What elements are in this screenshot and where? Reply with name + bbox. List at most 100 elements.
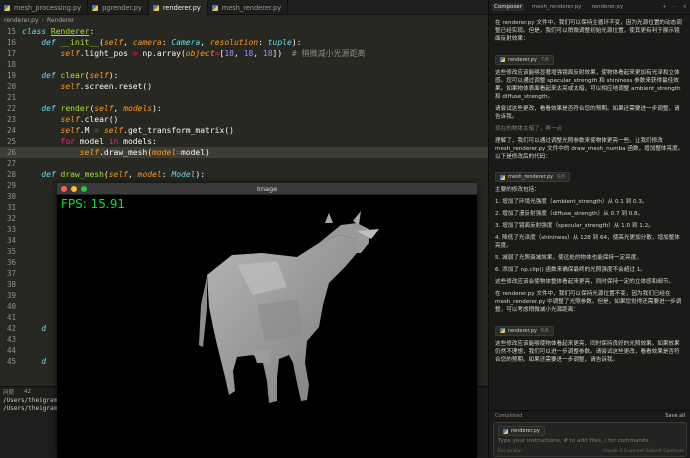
line-number: 21 [6, 93, 16, 102]
ai-message-text: 主要的修改包括： [495, 187, 540, 193]
blur-hint: Esc to blur [498, 449, 523, 454]
status-completed: Completed [495, 413, 523, 419]
panel-actions: + ⋯ × [662, 4, 687, 10]
code-line[interactable]: 25 for model in models: [0, 136, 488, 147]
python-file-icon [4, 4, 10, 11]
ai-composer-panel: Composer mesh_renderer.py renderer.py + … [488, 0, 690, 458]
code-line[interactable]: 27 [0, 158, 488, 169]
tab-label: pgrender.py [102, 3, 142, 12]
code-line[interactable]: 26 self.draw_mesh(model=model) [0, 147, 488, 158]
chip-meta: 6/6 [540, 327, 549, 334]
line-number: 38 [6, 280, 16, 289]
line-number: 31 [6, 203, 16, 212]
line-number: 40 [6, 302, 16, 311]
cow-horn [353, 211, 361, 225]
code-text: self.draw_mesh(model=model) [79, 148, 210, 157]
problem-count-badge: 42 [24, 389, 32, 395]
file-change-chip[interactable]: renderer.py 7/8 [495, 54, 554, 65]
tab-renderer[interactable]: renderer.py [148, 0, 208, 15]
line-number: 28 [6, 170, 16, 179]
rendered-cow-mesh [199, 211, 379, 403]
ai-message-text: 请尝试这些更改，看看效果是否符合您的预期。如果还需要进一步调整，请告诉我。 [495, 105, 680, 120]
python-file-icon [503, 428, 508, 434]
line-number: 45 [6, 357, 16, 366]
cow-udder [253, 349, 271, 363]
code-line[interactable]: 24 self.M = self.get_transform_matrix() [0, 125, 488, 136]
tab-pgrender[interactable]: pgrender.py [88, 0, 149, 15]
cow-tail [199, 277, 207, 347]
line-number: 19 [6, 71, 16, 80]
tab-mesh-renderer[interactable]: mesh_renderer.py [208, 0, 289, 15]
composer-meta: Esc to blur claude-3.5-sonnet Submit Con… [498, 449, 684, 454]
code-text: self.screen.reset() [60, 82, 153, 91]
line-number: 39 [6, 291, 16, 300]
context-file-chip[interactable]: renderer.py [498, 426, 545, 436]
more-icon[interactable]: ⋯ [672, 4, 678, 10]
python-file-icon [500, 57, 505, 62]
line-number: 32 [6, 214, 16, 223]
code-line[interactable]: 17 self.light_pos = np.array(object=[18,… [0, 48, 488, 59]
cow-horn [325, 213, 333, 223]
line-number: 29 [6, 181, 16, 190]
image-window-titlebar[interactable]: Image [57, 183, 477, 195]
line-number: 41 [6, 313, 16, 322]
save-all-button[interactable]: Save all [665, 413, 685, 419]
list-item: 3. 增加了镜面反射强度（specular_strength）从 1.0 到 1… [495, 223, 654, 229]
composer-footer: Completed Save all renderer.py Type your… [489, 410, 690, 458]
file-change-chip[interactable]: renderer.py 6/6 [495, 325, 554, 336]
code-text: self.M = self.get_transform_matrix() [60, 126, 234, 135]
tab-ai-mesh-renderer[interactable]: mesh_renderer.py [530, 3, 584, 11]
line-number: 44 [6, 346, 16, 355]
list-item: 6. 添加了 np.clip() 函数来确保最终的光照强度不会超过 1。 [495, 267, 646, 273]
ai-message-text: 这些修改应该会使物体整体看起来更亮，同时保持一定的立体感和细节。 [495, 279, 675, 285]
chip-file: mesh_renderer.py [508, 174, 554, 180]
code-line[interactable]: 23 self.clear() [0, 114, 488, 125]
breadcrumb: renderer.py › Renderer [0, 15, 488, 26]
composer-input[interactable]: renderer.py Type your instructions, # to… [493, 422, 687, 457]
chip-file: renderer.py [508, 327, 537, 334]
tab-label: mesh_processing.py [14, 3, 82, 12]
code-line[interactable]: 21 [0, 92, 488, 103]
code-line[interactable]: 22 def render(self, models): [0, 103, 488, 114]
chip-meta: 6/6 [557, 174, 566, 180]
line-number: 37 [6, 269, 16, 278]
line-number: 26 [6, 148, 16, 157]
code-line[interactable]: 28 def draw_mesh(self, model: Model): [0, 169, 488, 180]
code-line[interactable]: 19 def clear(self): [0, 70, 488, 81]
line-number: 33 [6, 225, 16, 234]
plus-icon[interactable]: + [662, 4, 667, 10]
breadcrumb-symbol[interactable]: Renderer [47, 17, 74, 24]
line-number: 35 [6, 247, 16, 256]
line-number: 42 [6, 324, 16, 333]
panel-tab-problems[interactable]: 问题 [3, 388, 14, 396]
composer-placeholder[interactable]: Type your instructions, # to add files, … [498, 438, 648, 444]
line-number: 34 [6, 236, 16, 245]
code-line[interactable]: 20 self.screen.reset() [0, 81, 488, 92]
model-submit-controls[interactable]: claude-3.5-sonnet Submit Continue [603, 449, 684, 454]
code-text: self.clear() [60, 115, 119, 124]
list-item: 2. 增加了漫反射强度（diffuse_strength）从 0.7 到 0.8… [495, 211, 644, 217]
tab-ai-renderer[interactable]: renderer.py [589, 3, 625, 11]
code-line[interactable]: 18 [0, 59, 488, 70]
code-line[interactable]: 16 def __init__(self, camera: Camera, re… [0, 37, 488, 48]
cow-shadow-patch [257, 299, 303, 341]
tab-label: mesh_renderer.py [221, 3, 282, 12]
tab-composer[interactable]: Composer [492, 3, 524, 11]
line-number: 16 [6, 38, 16, 47]
line-number: 18 [6, 60, 16, 69]
close-icon[interactable]: × [682, 4, 687, 10]
line-number: 27 [6, 159, 16, 168]
code-line[interactable]: 15 class Renderer: [0, 26, 488, 37]
ai-panel-tabs: Composer mesh_renderer.py renderer.py + … [489, 0, 690, 15]
line-number: 22 [6, 104, 16, 113]
breadcrumb-file[interactable]: renderer.py [4, 17, 39, 24]
chip-meta: 7/8 [540, 56, 549, 63]
image-window[interactable]: Image FPS: 15.91 [57, 183, 477, 458]
chip-file: renderer.py [508, 56, 537, 63]
file-change-chip[interactable]: mesh_renderer.py 6/6 [495, 172, 571, 182]
tab-mesh-processing[interactable]: mesh_processing.py [0, 0, 89, 15]
line-number: 43 [6, 335, 16, 344]
chevron-right-icon: › [41, 17, 44, 24]
ai-conversation[interactable]: 在 renderer.py 文件中，我们可以保持主循环不变，因为光源位置的动态调… [489, 15, 690, 410]
code-text: d [41, 324, 47, 333]
